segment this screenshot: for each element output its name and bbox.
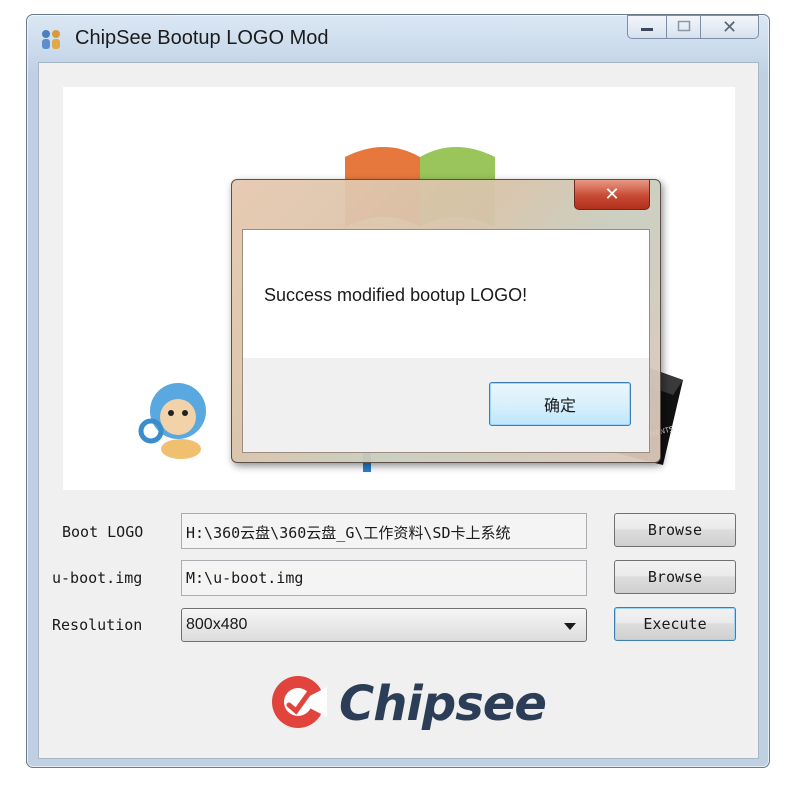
maximize-icon (677, 19, 691, 35)
mascot-image (138, 383, 206, 459)
logo-preview: INSTRUMENTS ✕ Success modified bootup LO… (63, 87, 735, 490)
minimize-button[interactable] (627, 15, 667, 39)
dialog-body: Success modified bootup LOGO! 确定 (242, 229, 650, 453)
close-button[interactable]: ✕ (701, 15, 759, 39)
message-dialog: ✕ Success modified bootup LOGO! 确定 (231, 179, 661, 463)
chevron-down-icon[interactable] (564, 623, 576, 630)
minimize-icon (639, 19, 655, 35)
uboot-label: u-boot.img (52, 569, 143, 587)
uboot-path-field[interactable]: M:\u-boot.img (181, 560, 587, 596)
dialog-close-button[interactable]: ✕ (574, 180, 650, 210)
execute-button[interactable]: Execute (614, 607, 736, 641)
client-area: INSTRUMENTS ✕ Success modified bootup LO… (38, 62, 759, 759)
chipsee-logo-icon (269, 673, 327, 736)
uboot-browse-button[interactable]: Browse (614, 560, 736, 594)
close-icon: ✕ (604, 184, 620, 204)
resolution-select[interactable]: 800x480 (181, 608, 587, 642)
window-controls: ✕ (627, 15, 759, 41)
boot-logo-path-field[interactable]: H:\360云盘\360云盘_G\工作资料\SD卡上系统 (181, 513, 587, 549)
title-bar[interactable]: ChipSee Bootup LOGO Mod ✕ (27, 15, 769, 61)
app-icon (39, 28, 63, 52)
boot-logo-browse-button[interactable]: Browse (614, 513, 736, 547)
brand-name: Chipsee (339, 676, 547, 732)
boot-logo-label: Boot LOGO (62, 523, 144, 541)
chipsee-brand: Chipsee (269, 669, 547, 739)
dialog-message: Success modified bootup LOGO! (264, 285, 528, 305)
ok-button[interactable]: 确定 (489, 382, 631, 426)
resolution-label: Resolution (52, 616, 143, 634)
main-window: ChipSee Bootup LOGO Mod ✕ ✕ Success modi… (26, 14, 770, 768)
maximize-button[interactable] (667, 15, 701, 39)
resolution-value: 800x480 (186, 616, 248, 633)
close-icon: ✕ (721, 16, 738, 37)
window-title: ChipSee Bootup LOGO Mod (75, 27, 329, 49)
